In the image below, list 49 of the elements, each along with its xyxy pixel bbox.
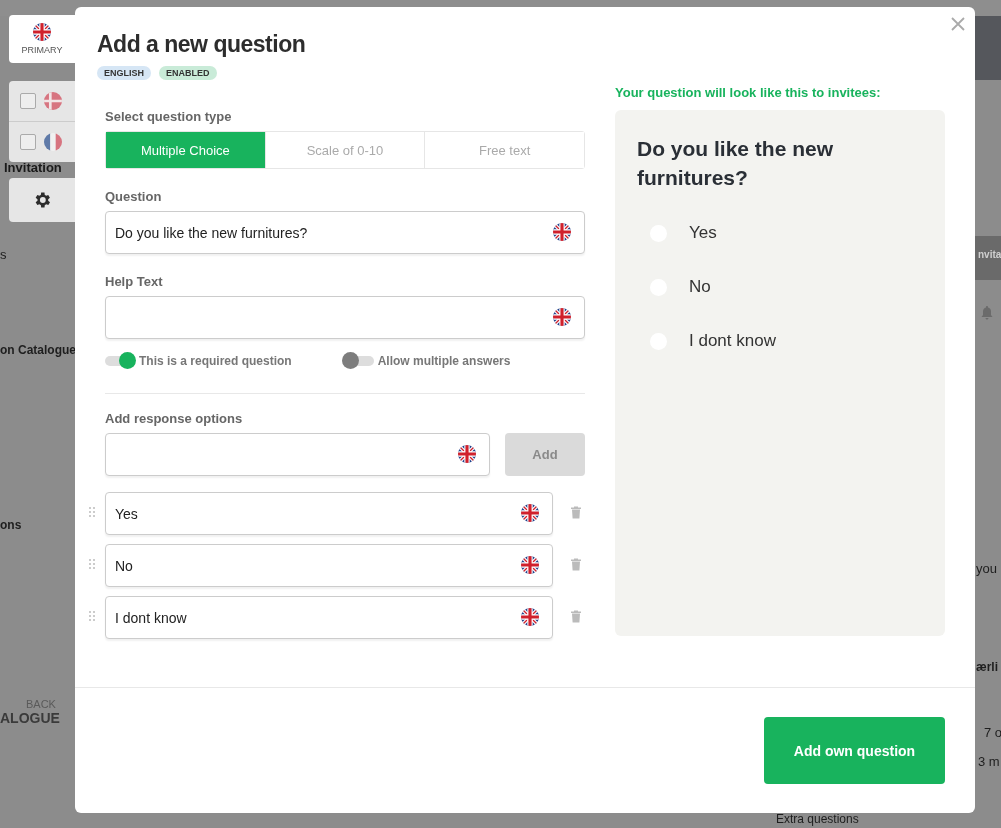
page-text: ALOGUE <box>0 711 60 725</box>
question-field[interactable]: Do you like the new furnitures? <box>105 211 585 254</box>
field-label: Select question type <box>105 109 233 124</box>
status-badge: ENABLED <box>159 66 217 80</box>
page-text: Extra questions <box>776 812 859 826</box>
help-text-field[interactable] <box>105 296 585 339</box>
flag-icon <box>33 23 51 41</box>
trash-icon[interactable] <box>571 558 581 571</box>
page-text: on Catalogue <box>0 343 76 357</box>
checkbox[interactable] <box>20 93 36 109</box>
trash-icon[interactable] <box>571 610 581 623</box>
settings-button[interactable] <box>9 178 75 222</box>
field-label: Help Text <box>105 274 164 289</box>
page-text: s <box>0 248 7 262</box>
preview-heading: Your question will look like this to invitees: <box>615 85 882 100</box>
preview-question: Do you like the new furnitures? <box>637 136 835 191</box>
drag-handle-icon[interactable] <box>89 507 95 517</box>
response-option-field[interactable] <box>105 433 490 476</box>
page-text: ons <box>0 518 22 532</box>
response-option-field[interactable]: I dont know <box>105 596 553 639</box>
toggle-label: This is a required question <box>139 354 292 368</box>
page-text: Invitation <box>4 161 62 175</box>
response-option-field[interactable]: No <box>105 544 553 587</box>
trash-icon[interactable] <box>571 506 581 519</box>
page-text: nvita <box>978 248 1001 262</box>
close-icon <box>951 17 965 31</box>
page-text: 7 o <box>984 726 1001 740</box>
language-tab[interactable]: PRIMARY <box>9 15 75 63</box>
field-label: Add response options <box>105 411 244 426</box>
page-text: 3 m <box>978 755 1000 769</box>
flag-icon <box>44 92 62 110</box>
bell-icon <box>981 306 993 320</box>
drag-handle-icon[interactable] <box>89 559 95 569</box>
status-badge: ENGLISH <box>97 66 151 80</box>
field-label: Question <box>105 189 163 204</box>
toggle-label: Allow multiple answers <box>377 354 511 368</box>
flag-icon <box>44 133 62 151</box>
checkbox[interactable] <box>20 134 36 150</box>
drag-handle-icon[interactable] <box>89 611 95 621</box>
close-button[interactable] <box>951 17 965 31</box>
page-text: you <box>976 562 997 576</box>
page-text: ærli <box>976 660 998 674</box>
response-option-field[interactable]: Yes <box>105 492 553 535</box>
option-label: I dont know <box>689 331 776 351</box>
page-header <box>975 16 1001 80</box>
page-header <box>975 236 1001 280</box>
option-label: Yes <box>689 223 717 243</box>
option-label: No <box>689 277 711 297</box>
dialog-title: Add a new question <box>97 31 307 58</box>
